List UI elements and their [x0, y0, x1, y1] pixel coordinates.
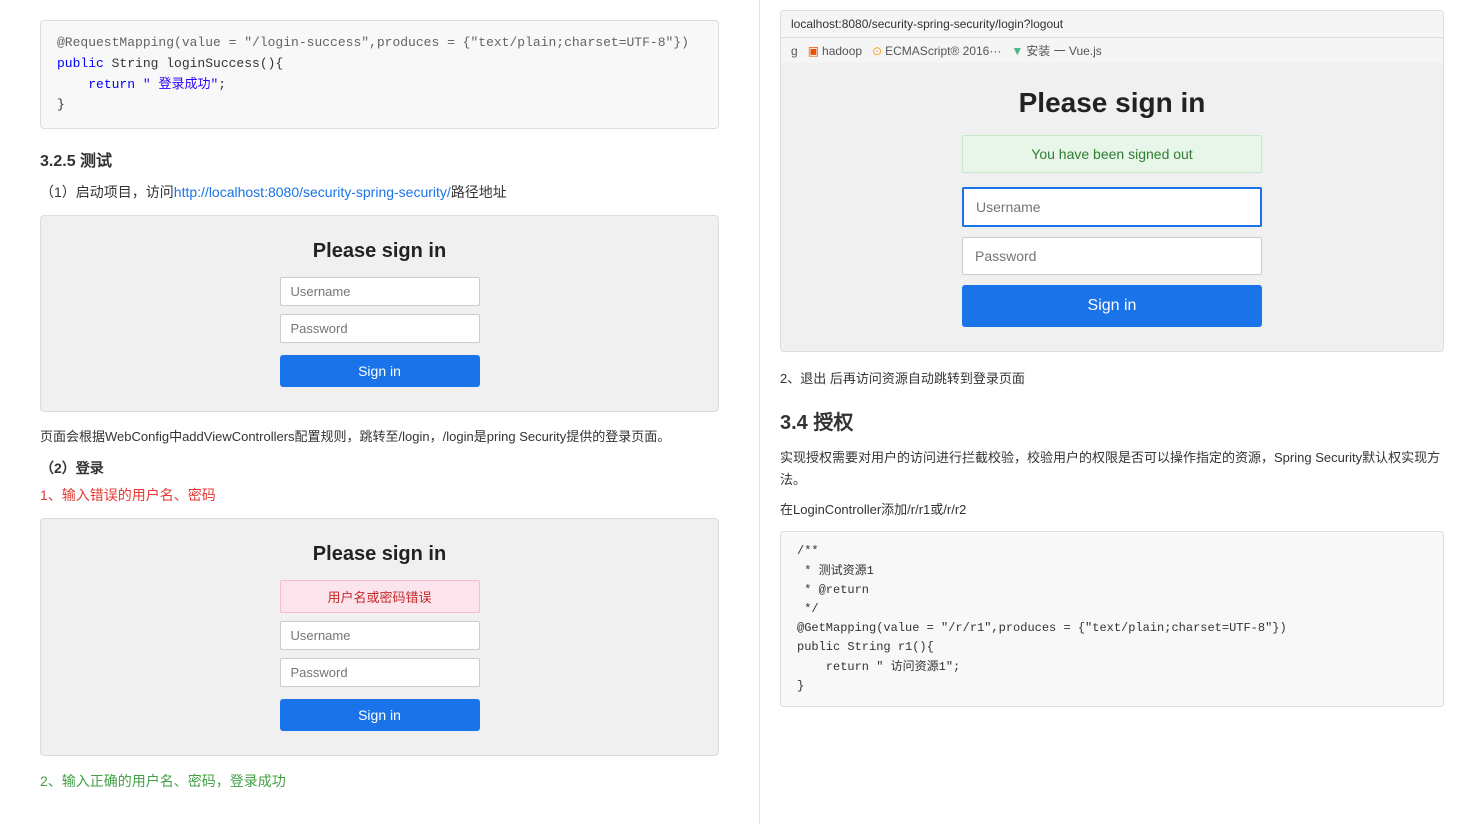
browser-signin-button[interactable]: Sign in [962, 285, 1262, 327]
red-label-1: 1、输入错误的用户名、密码 [40, 484, 719, 508]
para-1: （1）启动项目，访问http://localhost:8080/security… [40, 181, 719, 205]
browser-bookmarks-bar: g ▣ hadoop ⊙ ECMAScript® 2016··· ▼ 安装 一 … [780, 38, 1444, 63]
code-block-1: @RequestMapping(value = "/login-success"… [40, 20, 719, 129]
login-box-2-signin-button[interactable]: Sign in [280, 699, 480, 731]
login-box-1: Please sign in Sign in [40, 215, 719, 412]
para-1-link[interactable]: http://localhost:8080/security-spring-se… [174, 184, 451, 200]
browser-url-text: localhost:8080/security-spring-security/… [791, 17, 1063, 31]
vue-icon: ▼ [1011, 44, 1023, 58]
section-34-heading: 3.4 授权 [780, 406, 1444, 435]
section-325-heading: 3.2.5 测试 [40, 147, 719, 171]
browser-login-page: Please sign in You have been signed out … [780, 63, 1444, 352]
para-1-suffix: 路径地址 [451, 184, 507, 200]
signed-out-message: You have been signed out [962, 135, 1262, 173]
login-box-1-username[interactable] [280, 277, 480, 306]
hadoop-icon: ▣ [808, 44, 819, 58]
login-box-1-signin-button[interactable]: Sign in [280, 355, 480, 387]
browser-url-bar: localhost:8080/security-spring-security/… [780, 10, 1444, 38]
bookmark-hadoop: ▣ hadoop [808, 44, 862, 58]
note-2: 2、退出 后再访问资源自动跳转到登录页面 [780, 368, 1444, 390]
bookmark-vue: ▼ 安装 一 Vue.js [1011, 42, 1101, 59]
code-block-auth: /** * 测试资源1 * @return */ @GetMapping(val… [780, 531, 1444, 707]
login-box-2-username[interactable] [280, 621, 480, 650]
sub-label-login: （2）登录 [40, 458, 719, 478]
bookmark-ecma: ⊙ ECMAScript® 2016··· [872, 44, 1001, 58]
login-box-1-password[interactable] [280, 314, 480, 343]
browser-login-title: Please sign in [1019, 87, 1206, 119]
login-box-1-title: Please sign in [313, 240, 446, 263]
ecma-icon: ⊙ [872, 44, 882, 58]
browser-password-input[interactable] [962, 237, 1262, 275]
note-1: 页面会根据WebConfig中addViewControllers配置规则，跳转… [40, 426, 719, 448]
bookmark-g: g [791, 44, 798, 58]
para-login-ctrl: 在LoginController添加/r/r1或/r/r2 [780, 499, 1444, 521]
login-box-2-password[interactable] [280, 658, 480, 687]
left-panel: @RequestMapping(value = "/login-success"… [0, 0, 760, 824]
para-1-prefix: （1）启动项目，访问 [40, 184, 174, 200]
right-panel: localhost:8080/security-spring-security/… [760, 0, 1464, 824]
login-box-2-title: Please sign in [313, 543, 446, 566]
login-error-message: 用户名或密码错误 [280, 580, 480, 613]
para-auth: 实现授权需要对用户的访问进行拦截校验，校验用户的权限是否可以操作指定的资源，Sp… [780, 447, 1444, 491]
green-label-bottom: 2、输入正确的用户名、密码，登录成功 [40, 770, 719, 794]
login-box-2: Please sign in 用户名或密码错误 Sign in [40, 518, 719, 756]
browser-username-input[interactable] [962, 187, 1262, 227]
